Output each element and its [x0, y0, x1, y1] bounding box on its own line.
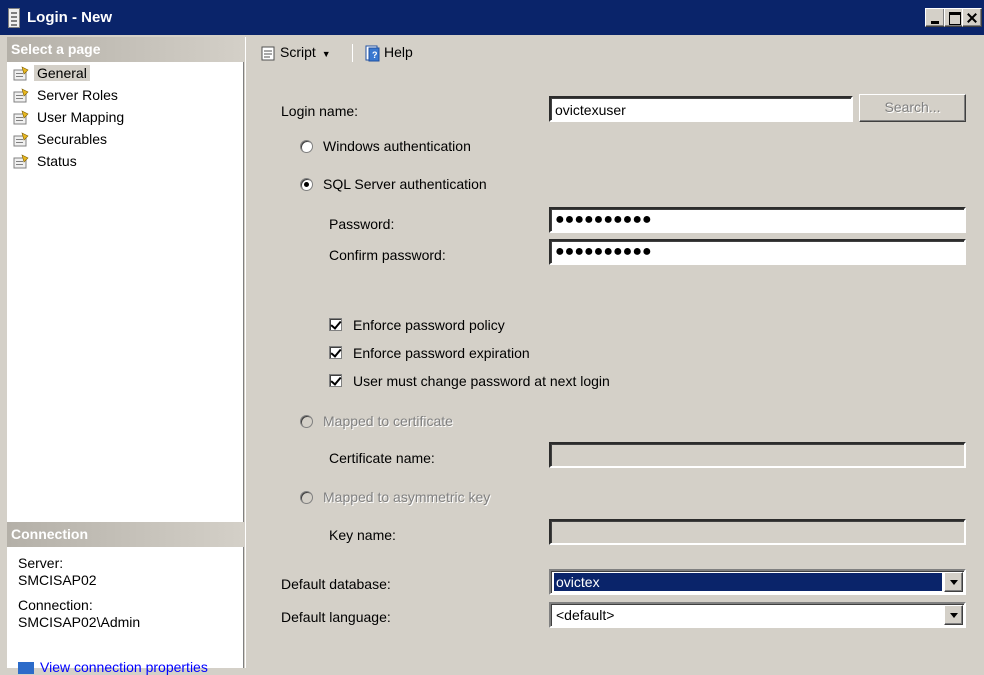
script-label: Script — [280, 44, 316, 60]
radio-circle — [300, 415, 313, 428]
window-title: Login - New — [27, 9, 112, 26]
enforce-policy-checkbox[interactable]: Enforce password policy — [329, 315, 679, 335]
certificate-name-label: Certificate name: — [329, 450, 435, 466]
page-item-status[interactable]: Status — [7, 150, 244, 172]
main-pane: Script ▼ ? Help Login name: ovictexuser Se… — [251, 37, 984, 668]
connection-value: SMCISAP02\Admin — [18, 614, 141, 630]
radio-circle — [300, 140, 313, 153]
windows-auth-label: Windows authentication — [323, 138, 471, 154]
page-item-label: Securables — [37, 131, 108, 147]
script-icon — [261, 46, 275, 61]
title-bar[interactable]: Login - New — [0, 0, 984, 35]
mapped-certificate-label: Mapped to certificate — [323, 413, 453, 429]
page-item-label: General — [34, 65, 90, 81]
page-icon — [13, 66, 29, 81]
checkbox-box — [329, 374, 342, 387]
script-button[interactable]: Script ▼ — [260, 42, 331, 62]
connection-header: Connection — [7, 522, 244, 547]
view-connection-properties-link[interactable]: View connection properties — [18, 659, 208, 675]
certificate-name-input[interactable] — [549, 442, 966, 468]
password-field[interactable]: ●●●●●●●●●● — [549, 207, 966, 233]
page-item-general[interactable]: General — [7, 62, 244, 84]
sql-auth-label: SQL Server authentication — [323, 176, 487, 192]
confirm-password-label: Confirm password: — [329, 247, 446, 263]
default-language-select[interactable]: <default> — [549, 602, 966, 628]
default-database-select[interactable]: ovictex — [549, 569, 966, 595]
login-name-input[interactable]: ovictexuser — [549, 96, 853, 122]
default-language-value: <default> — [556, 607, 615, 623]
key-name-input[interactable] — [549, 519, 966, 545]
toolbar: Script ▼ ? Help — [251, 37, 984, 68]
page-icon — [13, 110, 29, 125]
confirm-password-field[interactable]: ●●●●●●●●●● — [549, 239, 966, 265]
page-item-securables[interactable]: Securables — [7, 128, 244, 150]
windows-auth-radio[interactable]: Windows authentication — [300, 136, 600, 156]
mapped-certificate-radio[interactable]: Mapped to certificate — [300, 411, 600, 431]
default-database-value: ovictex — [553, 572, 943, 592]
page-icon — [13, 88, 29, 103]
password-label: Password: — [329, 216, 395, 232]
default-language-label: Default language: — [281, 609, 391, 625]
select-page-header: Select a page — [7, 37, 244, 62]
page-icon — [13, 154, 29, 169]
sql-auth-radio[interactable]: SQL Server authentication — [300, 174, 600, 194]
login-name-label: Login name: — [281, 103, 359, 119]
mapped-asymmetric-key-radio[interactable]: Mapped to asymmetric key — [300, 487, 600, 507]
default-database-label: Default database: — [281, 576, 391, 592]
server-value: SMCISAP02 — [18, 572, 97, 588]
chevron-down-icon[interactable] — [944, 605, 963, 625]
page-item-server-roles[interactable]: Server Roles — [7, 84, 244, 106]
must-change-checkbox[interactable]: User must change password at next login — [329, 371, 679, 391]
enforce-expiration-checkbox[interactable]: Enforce password expiration — [329, 343, 679, 363]
page-list: General Server Roles User Mapping Secura… — [7, 62, 244, 172]
must-change-label: User must change password at next login — [353, 373, 610, 389]
toolbar-separator — [352, 44, 353, 62]
checkbox-box — [329, 346, 342, 359]
view-link-label: View connection properties — [40, 659, 208, 675]
close-button[interactable] — [962, 8, 982, 27]
login-new-window: Login - New Select a page General Server… — [0, 0, 984, 675]
radio-circle — [300, 491, 313, 504]
enforce-policy-label: Enforce password policy — [353, 317, 505, 333]
help-icon: ? — [365, 45, 380, 62]
maximize-button[interactable] — [944, 8, 964, 27]
mapped-asymmetric-key-label: Mapped to asymmetric key — [323, 489, 491, 505]
search-button[interactable]: Search... — [859, 94, 966, 122]
connection-info: Server: SMCISAP02 Connection: SMCISAP02\… — [18, 555, 238, 639]
server-icon — [8, 8, 20, 28]
server-label: Server: — [18, 555, 64, 571]
page-item-label: Status — [37, 153, 77, 169]
page-item-label: User Mapping — [37, 109, 125, 125]
chevron-down-icon: ▼ — [321, 49, 331, 59]
left-pane: Select a page General Server Roles User … — [7, 37, 244, 675]
chevron-down-icon[interactable] — [944, 572, 963, 592]
page-item-user-mapping[interactable]: User Mapping — [7, 106, 244, 128]
key-name-label: Key name: — [329, 527, 396, 543]
help-label: Help — [384, 44, 413, 60]
enforce-expiration-label: Enforce password expiration — [353, 345, 530, 361]
checkbox-box — [329, 318, 342, 331]
radio-circle — [300, 178, 313, 191]
connection-label: Connection: — [18, 597, 93, 613]
svg-text:?: ? — [372, 50, 378, 60]
minimize-button[interactable] — [925, 8, 945, 27]
page-item-label: Server Roles — [37, 87, 118, 103]
page-icon — [13, 132, 29, 147]
properties-icon — [18, 662, 34, 675]
help-button[interactable]: ? Help — [364, 42, 413, 62]
